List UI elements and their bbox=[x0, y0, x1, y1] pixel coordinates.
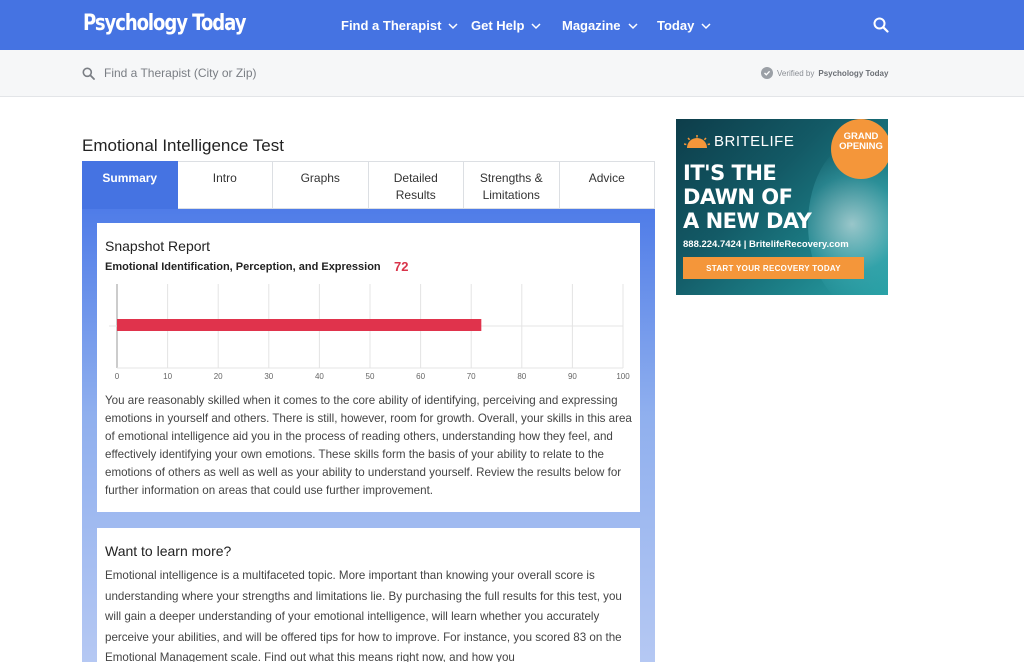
checkmark-icon bbox=[761, 67, 773, 79]
tab-label: Graphs bbox=[300, 171, 340, 185]
learn-more-title: Want to learn more? bbox=[105, 543, 232, 559]
chart-tick-label: 100 bbox=[616, 372, 630, 381]
nav-find-therapist[interactable]: Find a Therapist bbox=[341, 18, 458, 33]
therapist-search-bar: Verified by Psychology Today bbox=[0, 50, 1024, 97]
top-navigation: Psychology Today Find a Therapist Get He… bbox=[0, 0, 1024, 50]
advertisement[interactable]: BRITELIFE GRAND OPENING IT'S THE DAWN OF… bbox=[676, 119, 888, 295]
chart-tick-label: 80 bbox=[517, 372, 526, 381]
nav-magazine-label: Magazine bbox=[562, 18, 621, 33]
therapist-search-input[interactable] bbox=[100, 62, 420, 84]
chart-tick-label: 30 bbox=[264, 372, 273, 381]
chart-tick-label: 90 bbox=[568, 372, 577, 381]
nav-get-help[interactable]: Get Help bbox=[471, 18, 541, 33]
learn-more-text: Emotional intelligence is a multifaceted… bbox=[105, 569, 622, 662]
grand-opening-badge: GRAND OPENING bbox=[831, 119, 888, 179]
chevron-down-icon bbox=[531, 22, 541, 29]
chart-tick-label: 40 bbox=[315, 372, 324, 381]
snapshot-title: Snapshot Report bbox=[105, 238, 211, 254]
chevron-down-icon bbox=[627, 22, 638, 29]
nav-get-help-label: Get Help bbox=[471, 18, 525, 33]
chart-tick-label: 60 bbox=[416, 372, 425, 381]
nav-today[interactable]: Today bbox=[657, 18, 711, 33]
chevron-down-icon bbox=[701, 22, 711, 29]
chart-tick-label: 70 bbox=[467, 372, 476, 381]
verified-prefix: Verified by bbox=[777, 68, 815, 78]
chevron-down-icon bbox=[448, 22, 458, 29]
sunrise-icon bbox=[684, 134, 710, 148]
tab-label-line2: Results bbox=[395, 188, 436, 202]
tab-detailed-results[interactable]: Detailed Results bbox=[368, 161, 464, 209]
score-chart: 0 10 20 30 40 50 60 70 80 90 100 bbox=[105, 282, 635, 386]
ad-logo: BRITELIFE bbox=[684, 133, 794, 150]
chart-bar bbox=[117, 319, 482, 331]
search-icon[interactable] bbox=[873, 17, 889, 33]
tab-label: Intro bbox=[212, 171, 237, 185]
ad-contact: 888.224.7424 | BritelifeRecovery.com bbox=[683, 239, 849, 250]
snapshot-description: You are reasonably skilled when it comes… bbox=[105, 394, 632, 497]
ad-brand: BRITELIFE bbox=[714, 133, 795, 150]
nav-magazine[interactable]: Magazine bbox=[562, 18, 638, 33]
ad-headline-line: DAWN OF bbox=[683, 185, 793, 209]
site-logo[interactable]: Psychology Today bbox=[83, 11, 246, 36]
tab-intro[interactable]: Intro bbox=[177, 161, 273, 209]
tab-label-line2: Limitations bbox=[482, 188, 540, 202]
verified-badge: Verified by Psychology Today bbox=[761, 67, 888, 79]
metric-label: Emotional Identification, Perception, an… bbox=[105, 261, 381, 273]
search-icon bbox=[82, 67, 95, 80]
badge-line: OPENING bbox=[839, 141, 883, 152]
tab-graphs[interactable]: Graphs bbox=[273, 161, 369, 209]
ad-cta-button[interactable]: START YOUR RECOVERY TODAY bbox=[683, 257, 864, 279]
nav-find-therapist-label: Find a Therapist bbox=[341, 18, 442, 33]
score-chart-svg: 0 10 20 30 40 50 60 70 80 90 100 bbox=[109, 284, 630, 381]
tab-summary[interactable]: Summary bbox=[82, 161, 178, 209]
tab-strengths-limitations[interactable]: Strengths & Limitations bbox=[464, 161, 560, 209]
metric-score: 72 bbox=[394, 259, 409, 274]
nav-today-label: Today bbox=[657, 18, 695, 33]
chart-tick-label: 20 bbox=[214, 372, 223, 381]
ad-headline: IT'S THE DAWN OF A NEW DAY bbox=[683, 161, 812, 233]
verified-brand: Psychology Today bbox=[818, 68, 889, 78]
chart-tick-label: 50 bbox=[366, 372, 375, 381]
result-tabs: Summary Intro Graphs Detailed Results St… bbox=[82, 161, 655, 209]
tab-label: Strengths & bbox=[479, 171, 543, 185]
chart-tick-label: 0 bbox=[115, 372, 120, 381]
ad-headline-line: A NEW DAY bbox=[683, 209, 812, 233]
ad-headline-line: IT'S THE bbox=[683, 161, 777, 185]
page-title: Emotional Intelligence Test bbox=[82, 136, 284, 155]
tab-advice[interactable]: Advice bbox=[559, 161, 655, 209]
chart-tick-label: 10 bbox=[163, 372, 172, 381]
tab-label: Advice bbox=[588, 171, 625, 185]
tab-label: Summary bbox=[102, 171, 158, 185]
tab-label: Detailed bbox=[393, 171, 438, 185]
